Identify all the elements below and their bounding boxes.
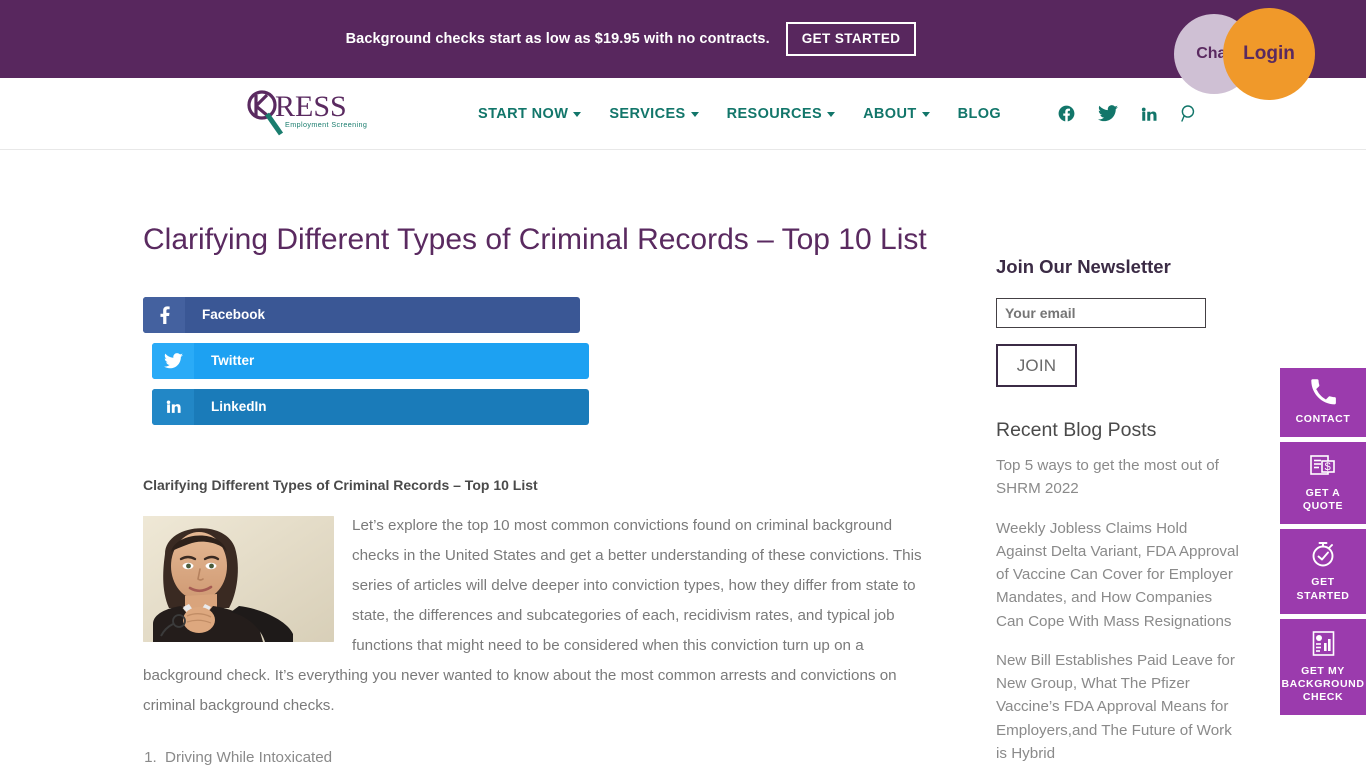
facebook-icon [143,296,185,333]
share-label: Facebook [202,307,266,323]
side-tab-label: GET MY BACKGROUND CHECK [1281,664,1365,703]
list-item: Driving While Intoxicated [161,743,943,768]
side-tab-label: GET A QUOTE [1302,487,1344,513]
email-field[interactable] [996,298,1206,328]
facebook-icon[interactable] [1057,104,1076,123]
side-tab-get-my-background-check[interactable]: GET MY BACKGROUND CHECK [1280,618,1366,715]
login-label: Login [1243,43,1295,64]
newsletter-title: Join Our Newsletter [996,256,1171,277]
sidebar: Join Our Newsletter JOIN Recent Blog Pos… [996,222,1241,768]
content-wrapper: Clarifying Different Types of Criminal R… [0,150,1366,768]
nav-label: RESOURCES [726,105,823,122]
side-tab-get-started[interactable]: GET STARTED [1280,529,1366,614]
side-tab-label: CONTACT [1295,413,1351,425]
article-list: Driving While Intoxicated Driving While … [143,743,943,768]
promo-text: Background checks start as low as $19.95… [345,31,770,47]
share-twitter-button[interactable]: Twitter [152,342,589,379]
share-label: Twitter [211,353,255,369]
twitter-icon [152,342,194,379]
article-subheading: Clarifying Different Types of Criminal R… [143,476,538,493]
article: Clarifying Different Types of Criminal R… [143,222,943,768]
login-button[interactable]: Login [1223,8,1315,100]
chevron-down-icon [921,112,930,117]
nav-item-resources[interactable]: RESOURCES [726,105,836,122]
share-label: LinkedIn [211,399,267,415]
stopwatch-icon [1309,540,1337,568]
site-logo[interactable]: RESS Employment Screening [245,86,375,142]
nav-links: START NOW SERVICES RESOURCES ABOUT BLOG [478,104,1199,123]
page-title: Clarifying Different Types of Criminal R… [143,223,927,256]
nav-social-icons [1057,104,1199,123]
side-tab-get-a-quote[interactable]: $ GET A QUOTE [1280,442,1366,525]
chevron-down-icon [573,112,582,117]
svg-text:Employment Screening: Employment Screening [285,120,367,129]
svg-text:RESS: RESS [275,90,347,123]
floating-action-tabs: CONTACT $ GET A QUOTE GET STARTED GET MY… [1280,368,1366,720]
share-facebook-button[interactable]: Facebook [143,296,580,333]
promo-bar: Background checks start as low as $19.95… [0,0,1366,100]
nav-label: BLOG [957,105,1002,122]
article-body-block: Let’s explore the top 10 most common con… [143,511,943,722]
nav-label: ABOUT [863,105,917,122]
get-started-button[interactable]: GET STARTED [785,21,917,57]
nav-label: START NOW [478,105,569,122]
nav-item-start-now[interactable]: START NOW [478,105,582,122]
twitter-icon[interactable] [1098,105,1119,122]
recent-post-link[interactable]: New Bill Establishes Paid Leave for New … [996,649,1239,765]
recent-post-link[interactable]: Top 5 ways to get the most out of SHRM 2… [996,454,1239,501]
invoice-dollar-icon: $ [1309,453,1337,479]
chevron-down-icon [827,112,836,117]
phone-icon [1310,379,1336,405]
search-icon[interactable] [1180,104,1199,123]
svg-text:$: $ [1325,461,1331,473]
report-chart-icon [1311,630,1336,657]
share-buttons: Facebook Twitter LinkedIn [143,296,943,425]
recent-post-link[interactable]: Weekly Jobless Claims Hold Against Delta… [996,517,1239,633]
chevron-down-icon [690,112,699,117]
side-tab-label: GET STARTED [1296,576,1350,602]
main-navigation: RESS Employment Screening START NOW SERV… [0,78,1366,150]
linkedin-icon [152,388,194,425]
promo-inner: Background checks start as low as $19.95… [345,21,917,57]
nav-item-services[interactable]: SERVICES [609,105,699,122]
nav-item-blog[interactable]: BLOG [958,106,1002,122]
linkedin-icon[interactable] [1140,105,1158,123]
nav-label: SERVICES [609,105,686,122]
share-linkedin-button[interactable]: LinkedIn [152,388,589,425]
nav-item-about[interactable]: ABOUT [863,106,930,122]
recent-posts-title: Recent Blog Posts [996,419,1157,441]
join-button[interactable]: JOIN [996,344,1077,387]
side-tab-contact[interactable]: CONTACT [1280,368,1366,438]
article-thumbnail-image [143,515,334,642]
page-body: Clarifying Different Types of Criminal R… [0,150,1366,768]
